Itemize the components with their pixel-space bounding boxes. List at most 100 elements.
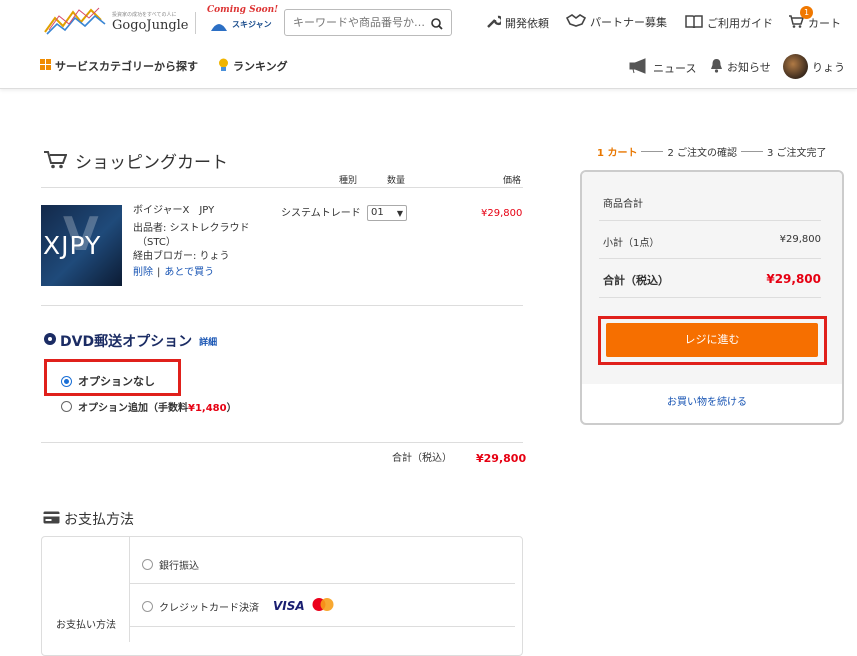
cart-count-badge: 1 (800, 6, 813, 19)
news-link[interactable]: ニュース (628, 58, 696, 77)
ranking-label: ランキング (233, 60, 288, 73)
logo-divider (195, 12, 196, 34)
payment-method-label: お支払い方法 (56, 620, 116, 631)
payment-title: お支払方法 (43, 509, 134, 529)
quantity-value: 01 (371, 207, 384, 218)
radio-icon[interactable] (61, 401, 72, 412)
visa-logo: VISA (273, 599, 305, 613)
logo-icon[interactable] (43, 4, 108, 35)
book-icon (685, 14, 703, 31)
nav-partner[interactable]: パートナー募集 (565, 14, 667, 30)
detail-link[interactable]: 詳細 (199, 335, 217, 348)
search-box (284, 9, 452, 36)
radio-icon[interactable] (142, 600, 153, 612)
product-image-text: XJPY (43, 231, 102, 260)
category-menu-label: サービスカテゴリーから探す (55, 60, 198, 73)
divider (41, 305, 523, 306)
nav-guide[interactable]: ご利用ガイド (685, 14, 773, 31)
notice-label: お知らせ (727, 61, 771, 74)
logo-tagline: 投資家の成功をすべての人に (112, 12, 177, 18)
col-type: 種別 (339, 176, 358, 186)
item-price: ¥29,800 (481, 208, 523, 219)
user-menu[interactable]: りょう (783, 54, 845, 79)
logo-name[interactable]: GogoJungle (112, 18, 189, 33)
nav-cart[interactable]: カート (788, 14, 841, 31)
cart-total-label: 合計（税込） (392, 453, 452, 464)
news-label: ニュース (653, 61, 697, 75)
option-add[interactable]: オプション追加（手数料¥1,480） (61, 399, 237, 414)
avatar (783, 54, 808, 79)
step-cart: 1 カート (597, 148, 638, 159)
dvd-option-title: DVD郵送オプション 詳細 (43, 331, 217, 351)
site-header: 投資家の成功をすべての人に GogoJungle Coming Soon! スキ… (0, 0, 857, 89)
cart-icon (43, 149, 68, 173)
nav-label: 開発依頼 (505, 17, 549, 30)
cart-total-value: ¥29,800 (476, 452, 527, 465)
nav-label: カート (808, 16, 841, 30)
seller-label-2: （STC） (137, 237, 176, 248)
sukijan-icon (209, 18, 229, 32)
option-add-label: オプション追加（手数料 (78, 403, 188, 414)
quantity-select[interactable]: 01 ▼ (367, 205, 407, 221)
pay-option-label: クレジットカード決済 (159, 602, 259, 614)
summary-title: 商品合計 (603, 195, 821, 210)
buy-later-link[interactable]: あとで買う (164, 266, 214, 279)
item-actions: 削除 | あとで買う (133, 266, 215, 279)
blogger-label: 経由ブロガー: りょう (133, 251, 230, 262)
nav-label: パートナー募集 (590, 16, 667, 29)
sukijan-label[interactable]: スキジャン (232, 19, 272, 30)
total-row: 合計（税込） ¥29,800 (603, 272, 821, 288)
delete-link[interactable]: 削除 (133, 266, 153, 279)
checkout-button[interactable]: レジに進む (606, 323, 818, 357)
checkout-steps: 1 カート 2 ご注文の確認 3 ご注文完了 (597, 144, 827, 159)
subtotal-label: 小計（1点） (603, 238, 660, 249)
option-add-end: ） (226, 403, 237, 414)
subtotal-row: 小計（1点） ¥29,800 (603, 234, 821, 249)
continue-shopping-link[interactable]: お買い物を続ける (667, 393, 747, 408)
payment-box (41, 536, 523, 656)
col-price: 価格 (503, 176, 522, 186)
product-image[interactable]: V XJPY (41, 205, 122, 286)
subtotal-value: ¥29,800 (779, 234, 821, 245)
caret-down-icon: ▼ (396, 209, 403, 218)
pay-option-label: 銀行振込 (159, 561, 199, 572)
product-name-link[interactable]: ボイジャーX JPY (133, 204, 214, 217)
divider (41, 187, 523, 188)
mastercard-icon (311, 597, 335, 615)
wrench-icon (486, 14, 504, 32)
seller-label: 出品者: シストレクラウド (133, 223, 250, 234)
option-add-price: ¥1,480 (188, 403, 227, 414)
notice-link[interactable]: お知らせ (710, 58, 771, 76)
dvd-title-text: DVD郵送オプション (60, 334, 193, 350)
cart-title: ショッピングカート (43, 148, 228, 173)
option-none[interactable]: オプションなし (61, 373, 155, 389)
nav-dev-request[interactable]: 開発依頼 (486, 14, 549, 32)
summary-title-text: 商品合計 (603, 199, 643, 210)
step-confirm: 2 ご注文の確認 (667, 148, 737, 159)
item-type: システムトレード (281, 208, 361, 219)
radio-icon[interactable] (142, 559, 153, 570)
divider (41, 442, 523, 443)
divider (130, 626, 515, 627)
pay-bank-transfer[interactable]: 銀行振込 (142, 557, 199, 572)
credit-card-icon (43, 511, 60, 528)
option-none-label: オプションなし (78, 375, 155, 388)
radio-checked-icon[interactable] (61, 375, 72, 387)
page-title: ショッピングカート (75, 153, 228, 173)
search-input[interactable] (285, 10, 425, 35)
divider (599, 220, 821, 221)
search-icon[interactable] (431, 15, 443, 34)
coming-soon-label: Coming Soon! (207, 5, 279, 15)
payment-title-text: お支払方法 (64, 512, 134, 528)
ranking-link[interactable]: ランキング (218, 58, 288, 74)
pay-credit-card[interactable]: クレジットカード決済 VISA (142, 597, 335, 615)
total-label: 合計（税込） (603, 274, 669, 287)
medal-icon (218, 58, 229, 74)
total-value: ¥29,800 (766, 272, 821, 286)
handshake-icon (565, 14, 587, 30)
divider (599, 258, 821, 259)
divider (599, 297, 821, 298)
divider (130, 583, 515, 584)
category-menu[interactable]: サービスカテゴリーから探す (40, 58, 198, 74)
col-qty: 数量 (387, 176, 406, 186)
